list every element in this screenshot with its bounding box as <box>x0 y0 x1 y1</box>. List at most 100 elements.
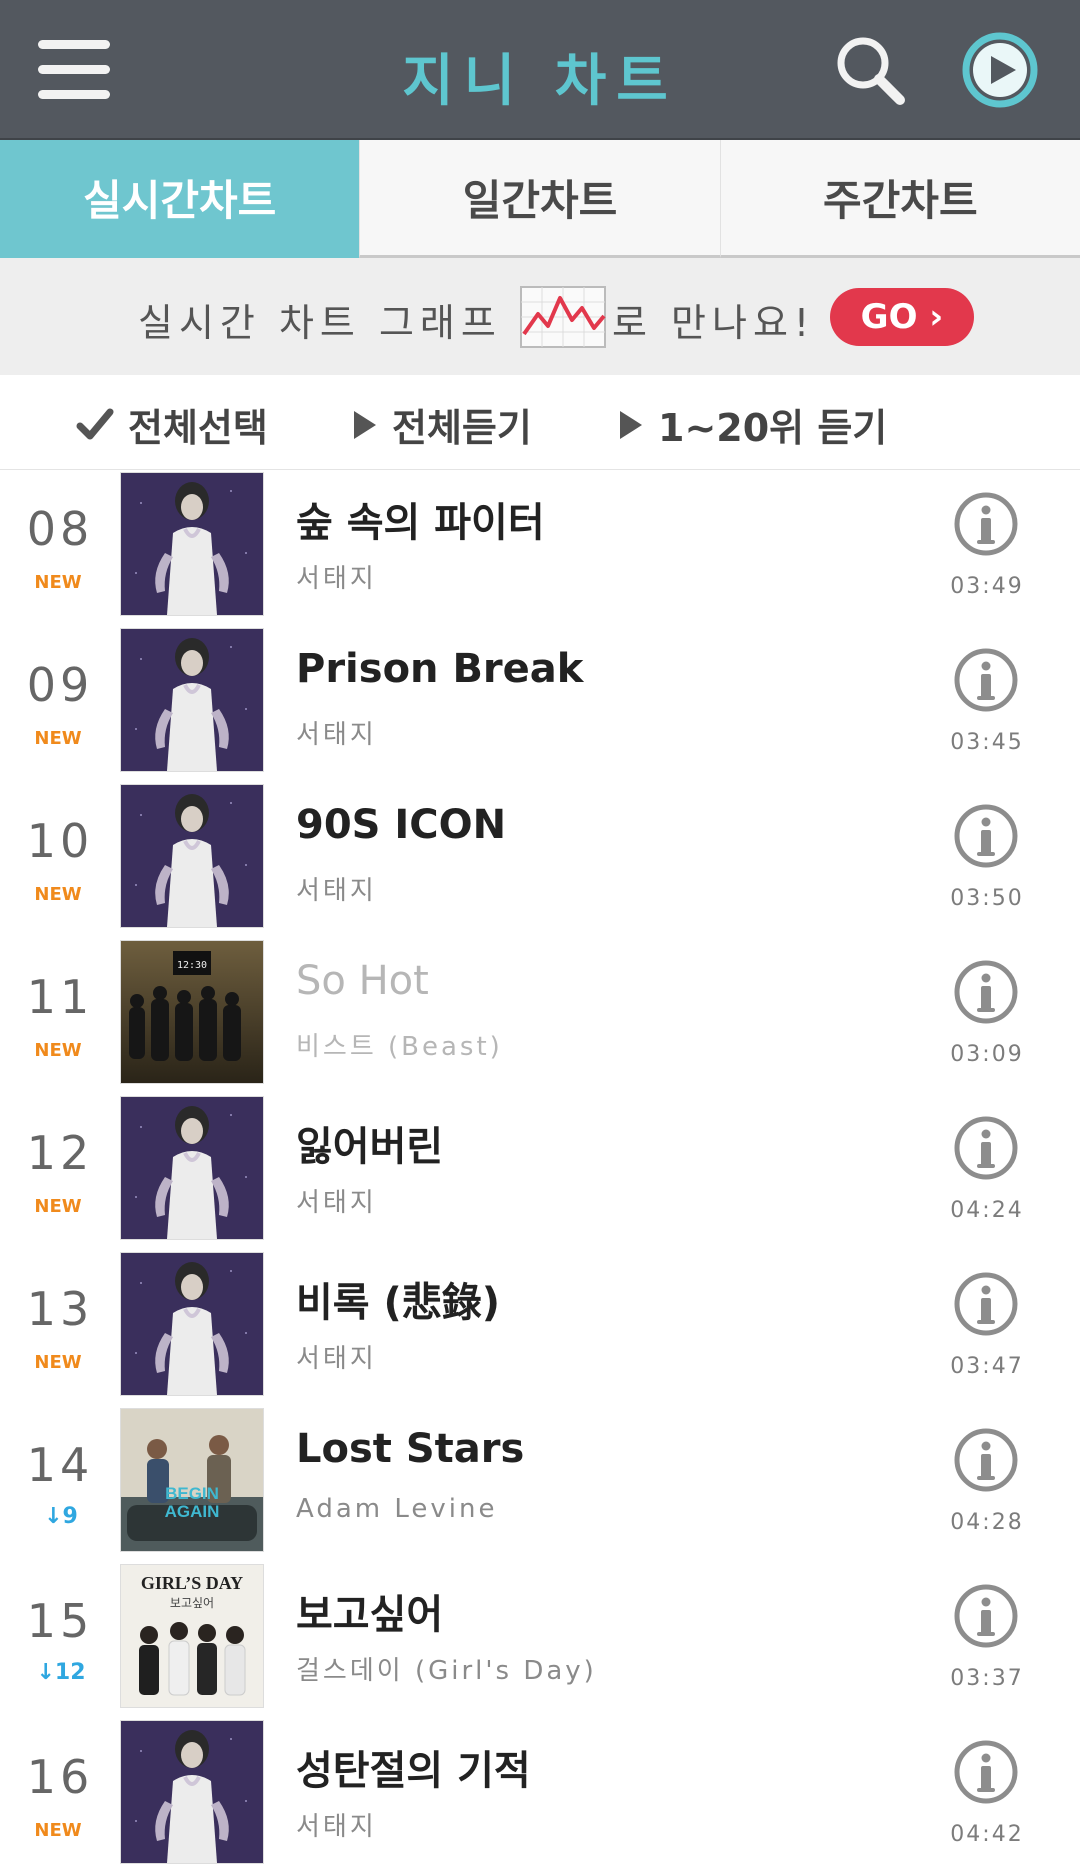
new-badge: NEW <box>34 1040 82 1061</box>
info-icon[interactable] <box>952 1114 1020 1182</box>
info-icon[interactable] <box>952 1270 1020 1338</box>
info-icon[interactable] <box>952 1582 1020 1650</box>
song-title: 성탄절의 기적 <box>296 1748 531 1794</box>
go-button[interactable]: GO › <box>830 288 974 346</box>
chart-tabs: 실시간차트 일간차트 주간차트 <box>0 140 1080 258</box>
song-duration: 03:50 <box>950 886 1024 911</box>
select-all-label: 전체선택 <box>128 406 268 450</box>
play-all-button[interactable]: 전체듣기 <box>352 397 532 452</box>
artist-name: 서태지 <box>296 876 377 906</box>
new-badge: NEW <box>34 1196 82 1217</box>
play-icon <box>620 410 642 439</box>
rank-number: 13 <box>26 1282 94 1336</box>
song-duration: 03:45 <box>950 730 1024 755</box>
song-title: 잃어버린 <box>296 1124 444 1170</box>
song-duration: 03:37 <box>950 1666 1024 1691</box>
line-graph-icon <box>520 286 606 348</box>
rank-number: 10 <box>26 814 94 868</box>
play-top20-label: 1~20위 듣기 <box>658 406 888 450</box>
new-badge: NEW <box>34 1352 82 1373</box>
info-icon[interactable] <box>952 490 1020 558</box>
banner-text: 실시간 차트 그래프 <box>138 301 502 345</box>
svg-text:GIRL’S DAY: GIRL’S DAY <box>141 1573 243 1593</box>
svg-text:AGAIN: AGAIN <box>165 1502 220 1521</box>
chart-graph-banner[interactable]: 실시간 차트 그래프 로 만나요! GO › <box>0 258 1080 375</box>
new-badge: NEW <box>34 1820 82 1841</box>
list-actions-bar: 전체선택 전체듣기 1~20위 듣기 <box>0 375 1080 470</box>
album-art[interactable] <box>120 628 264 772</box>
song-row[interactable]: 12 NEW 잃어버린서태지 04:24 <box>0 1094 1080 1250</box>
info-icon[interactable] <box>952 646 1020 714</box>
rank-number: 16 <box>26 1750 94 1804</box>
rank-number: 14 <box>26 1438 94 1492</box>
album-art[interactable] <box>120 472 264 616</box>
play-circle-icon[interactable] <box>958 28 1042 112</box>
song-duration: 03:49 <box>950 574 1024 599</box>
album-art[interactable] <box>120 1096 264 1240</box>
new-badge: NEW <box>34 728 82 749</box>
info-icon[interactable] <box>952 1738 1020 1806</box>
album-art[interactable]: 12:30 <box>120 940 264 1084</box>
song-duration: 03:47 <box>950 1354 1024 1379</box>
song-row[interactable]: 16 NEW 성탄절의 기적서태지 04:42 <box>0 1718 1080 1874</box>
checkmark-icon <box>76 408 114 439</box>
info-icon[interactable] <box>952 802 1020 870</box>
rank-number: 12 <box>26 1126 94 1180</box>
new-badge: NEW <box>34 572 82 593</box>
album-art[interactable]: GIRL’S DAY 보고싶어 <box>120 1564 264 1708</box>
app-header: 지니 차트 <box>0 0 1080 140</box>
svg-text:BEGIN: BEGIN <box>165 1484 219 1503</box>
song-row[interactable]: 11 NEW 12:30 So Hot 비스트 (Beast) 03:09 <box>0 938 1080 1094</box>
banner-text-suffix: 로 만나요! <box>612 301 816 345</box>
song-title: 숲 속의 파이터 <box>296 500 545 546</box>
artist-name: 서태지 <box>296 1188 377 1218</box>
info-icon[interactable] <box>952 1426 1020 1494</box>
play-top20-button[interactable]: 1~20위 듣기 <box>618 397 887 452</box>
song-title: 보고싶어 <box>296 1592 444 1638</box>
album-art[interactable]: BEGIN AGAIN <box>120 1408 264 1552</box>
song-duration: 03:09 <box>950 1042 1024 1067</box>
artist-name: 서태지 <box>296 1812 377 1842</box>
tab-daily-chart[interactable]: 일간차트 <box>359 140 720 258</box>
song-row[interactable]: 09 NEW Prison Break 서태지 03:45 <box>0 626 1080 782</box>
artist-name: Adam Levine <box>296 1494 498 1524</box>
song-title: Prison Break <box>296 646 584 692</box>
song-title: So Hot <box>296 958 429 1004</box>
rank-number: 08 <box>26 502 94 556</box>
song-duration: 04:24 <box>950 1198 1024 1223</box>
tab-realtime-chart[interactable]: 실시간차트 <box>0 140 360 258</box>
artist-name: 서태지 <box>296 720 377 750</box>
info-icon[interactable] <box>952 958 1020 1026</box>
song-duration: 04:42 <box>950 1822 1024 1847</box>
song-row[interactable]: 15 ↓12 GIRL’S DAY 보고싶어 보고싶어걸스데이 (Girl's Day)… <box>0 1562 1080 1718</box>
rank-number: 09 <box>26 658 94 712</box>
rank-down-indicator: ↓12 <box>36 1660 86 1685</box>
play-icon <box>354 410 376 439</box>
rank-number: 15 <box>26 1594 94 1648</box>
artist-name: 서태지 <box>296 1344 377 1374</box>
new-badge: NEW <box>34 884 82 905</box>
artist-name: 비스트 (Beast) <box>296 1032 503 1062</box>
song-title: Lost Stars <box>296 1426 525 1472</box>
select-all-button[interactable]: 전체선택 <box>76 397 268 452</box>
song-row[interactable]: 08 NEW 숲 속의 파이터서태지 03:49 <box>0 470 1080 626</box>
song-row[interactable]: 13 NEW 비록 (悲錄) 서태지 03:47 <box>0 1250 1080 1406</box>
artist-name: 걸스데이 (Girl's Day) <box>296 1656 597 1686</box>
song-row[interactable]: 10 NEW 90S ICON 서태지 03:50 <box>0 782 1080 938</box>
song-title: 비록 (悲錄) <box>296 1280 501 1326</box>
album-art[interactable] <box>120 1720 264 1864</box>
artist-name: 서태지 <box>296 564 377 594</box>
album-art[interactable] <box>120 1252 264 1396</box>
song-title: 90S ICON <box>296 802 507 848</box>
svg-text:보고싶어: 보고싶어 <box>170 1596 214 1610</box>
rank-down-indicator: ↓9 <box>44 1504 78 1529</box>
rank-number: 11 <box>26 970 94 1024</box>
song-row[interactable]: 14 ↓9 BEGIN AGAIN Lost Stars Adam Levine 04:28 <box>0 1406 1080 1562</box>
page-title: 지니 차트 <box>402 49 678 114</box>
tab-weekly-chart[interactable]: 주간차트 <box>719 140 1080 258</box>
search-icon[interactable] <box>830 30 910 110</box>
song-duration: 04:28 <box>950 1510 1024 1535</box>
play-all-label: 전체듣기 <box>392 406 532 450</box>
album-art[interactable] <box>120 784 264 928</box>
svg-text:12:30: 12:30 <box>177 960 207 971</box>
